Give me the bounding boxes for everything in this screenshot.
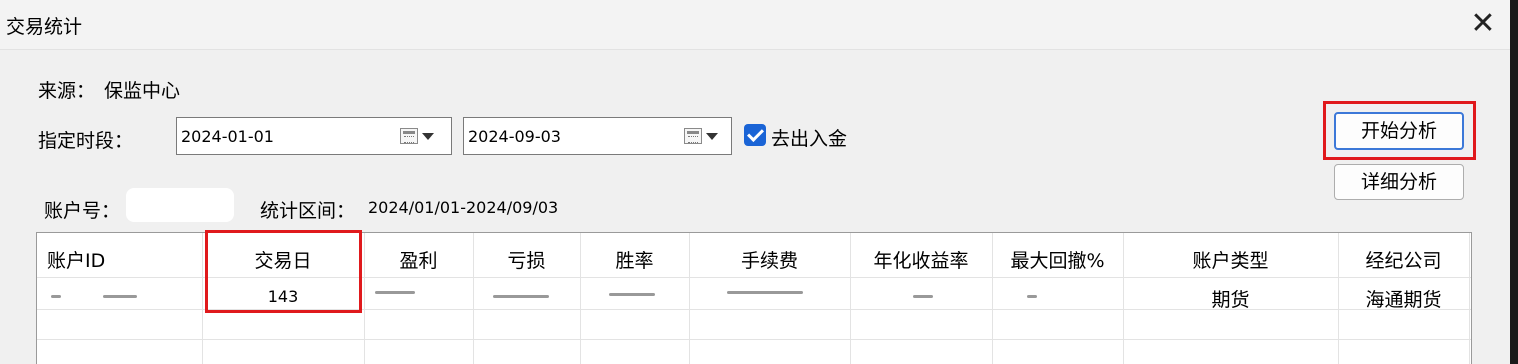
close-icon[interactable]: ✕	[1466, 8, 1500, 42]
end-date-value: 2024-09-03	[468, 127, 561, 146]
trade-stats-dialog: 交易统计 ✕ 来源： 保监中心 指定时段： 2024-01-01 2024-09…	[0, 0, 1510, 364]
exclude-deposits-label[interactable]: 去出入金	[771, 124, 847, 151]
dropdown-arrow-icon[interactable]	[422, 133, 434, 140]
account-label: 账户号：	[44, 200, 121, 222]
col-header-profit[interactable]: 盈利	[364, 246, 473, 273]
col-header-fees[interactable]: 手续费	[689, 246, 850, 273]
start-date-value: 2024-01-01	[181, 127, 274, 146]
col-header-annual-return[interactable]: 年化收益率	[850, 246, 992, 273]
calendar-icon[interactable]	[400, 128, 418, 144]
range-label: 统计区间：	[260, 200, 356, 222]
col-header-loss[interactable]: 亏损	[473, 246, 580, 273]
col-header-broker[interactable]: 经纪公司	[1338, 246, 1469, 273]
title-bar: 交易统计 ✕	[0, 0, 1510, 50]
exclude-deposits-checkbox[interactable]	[744, 124, 766, 146]
account-type-value: 期货	[1211, 289, 1250, 311]
col-header-max-drawdown[interactable]: 最大回撤%	[992, 246, 1123, 273]
end-date-picker[interactable]: 2024-09-03	[463, 117, 732, 155]
dropdown-arrow-icon[interactable]	[706, 133, 718, 140]
range-value: 2024/01/01-2024/09/03	[368, 198, 559, 217]
col-header-win-rate[interactable]: 胜率	[580, 246, 689, 273]
col-header-account-type[interactable]: 账户类型	[1123, 246, 1338, 273]
period-label: 指定时段：	[38, 130, 134, 152]
source-value: 保监中心	[104, 80, 181, 102]
highlight-box	[205, 230, 362, 313]
calendar-icon[interactable]	[684, 128, 702, 144]
highlight-box	[1323, 101, 1476, 160]
col-header-account-id[interactable]: 账户ID	[47, 246, 105, 273]
start-date-picker[interactable]: 2024-01-01	[176, 117, 452, 155]
broker-value: 海通期货	[1365, 289, 1442, 311]
account-value-redacted	[126, 188, 234, 222]
source-label: 来源：	[38, 80, 96, 102]
detail-analysis-button[interactable]: 详细分析	[1334, 164, 1464, 200]
window-title: 交易统计	[6, 16, 83, 38]
